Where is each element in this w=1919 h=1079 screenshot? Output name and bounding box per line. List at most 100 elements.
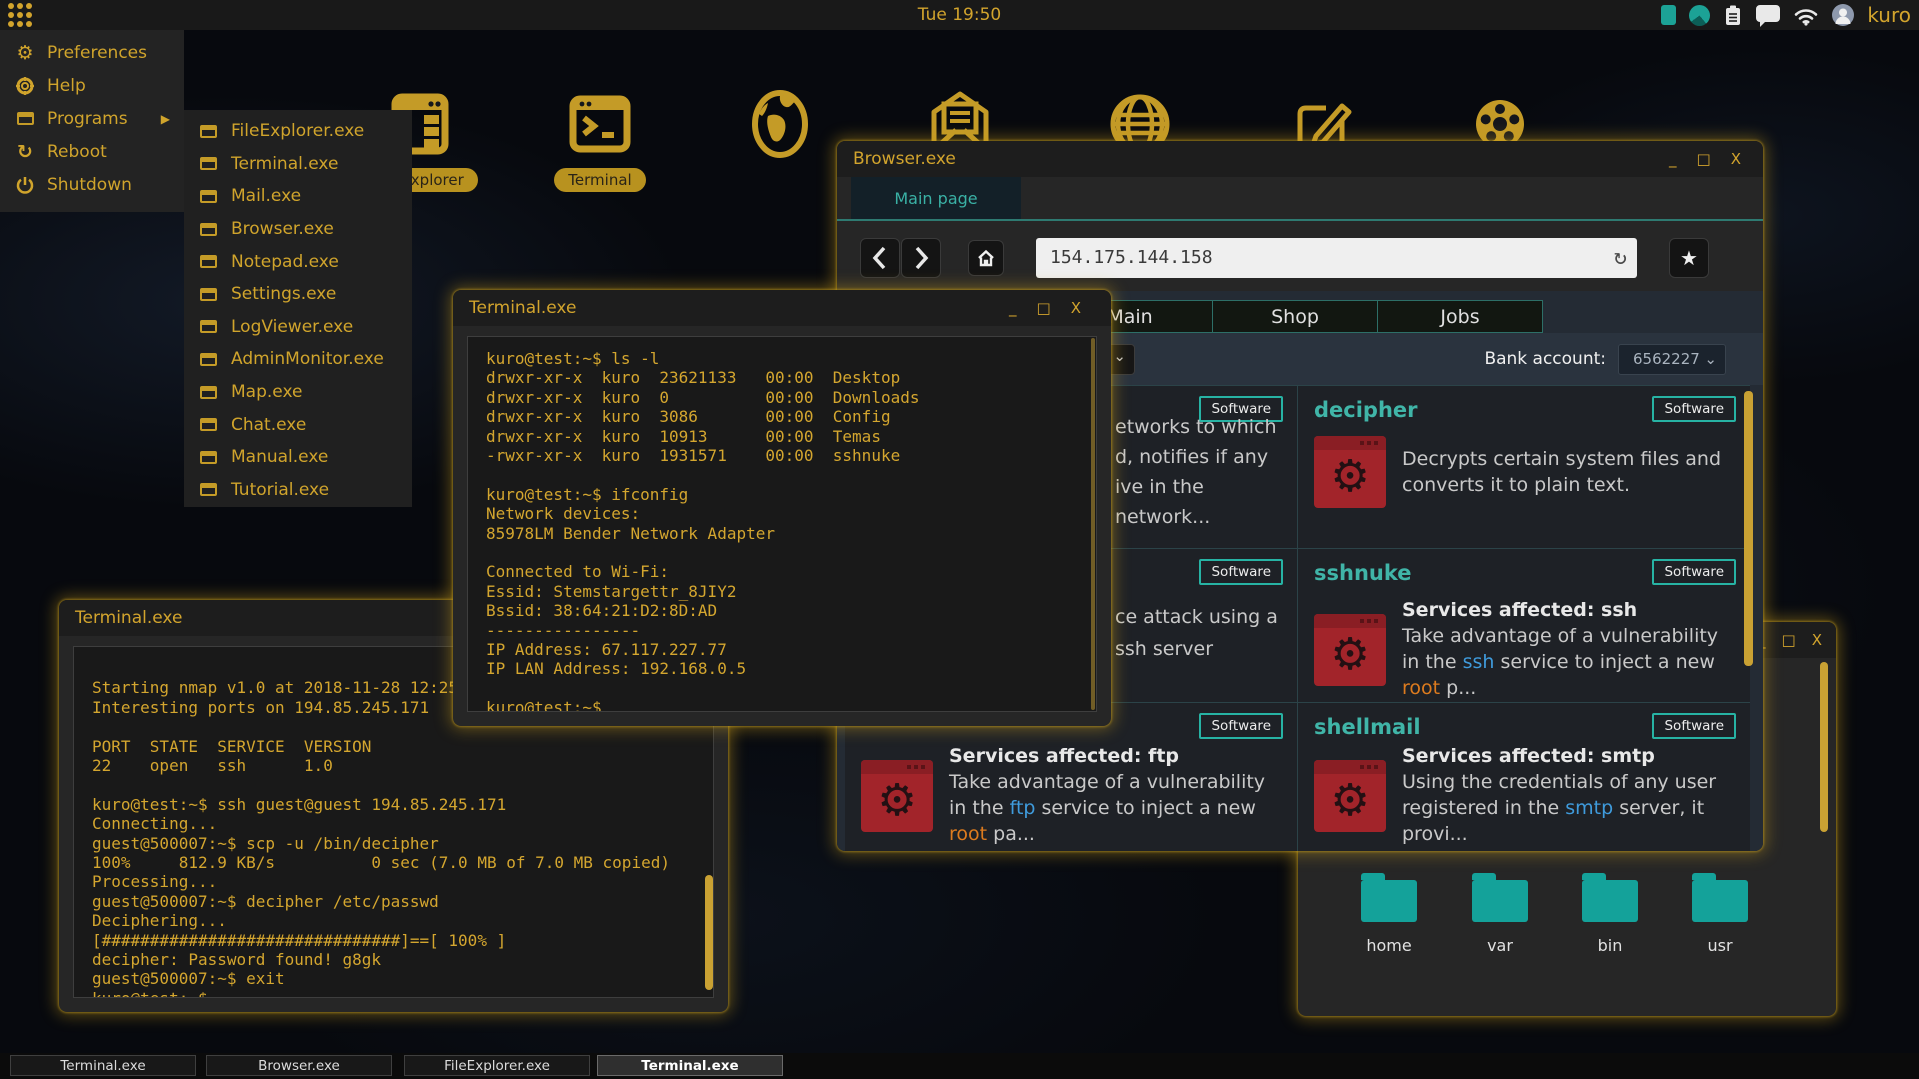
window-icon <box>14 108 36 130</box>
back-button[interactable] <box>860 238 900 278</box>
folder-home[interactable]: home <box>1334 872 1444 955</box>
folder-var[interactable]: var <box>1445 872 1555 955</box>
taskbar-item-browser[interactable]: Browser.exe <box>206 1055 392 1076</box>
card-description: Take advantage of a vulnerability in the… <box>1402 625 1719 699</box>
browser-scrollbar[interactable] <box>1744 391 1753 666</box>
window-icon <box>200 287 217 301</box>
software-badge: Software <box>1652 713 1736 739</box>
menu-item-shutdown[interactable]: Shutdown <box>0 168 184 201</box>
resource-pie-icon[interactable] <box>1689 4 1711 26</box>
forward-button[interactable] <box>901 238 941 278</box>
submenu-item-chat[interactable]: Chat.exe <box>184 408 412 441</box>
tab-jobs[interactable]: Jobs <box>1377 300 1543 333</box>
menu-item-programs[interactable]: Programs ▶ <box>0 102 184 135</box>
bookmark-button[interactable]: ★ <box>1669 238 1709 278</box>
bank-account-value: 6562227 <box>1633 349 1700 368</box>
reboot-icon: ↻ <box>17 140 33 163</box>
close-button[interactable]: X <box>1731 151 1741 167</box>
battery-icon[interactable] <box>1661 5 1677 25</box>
gear-icon: ⚙ <box>1330 775 1370 826</box>
bank-account-dropdown[interactable]: 6562227 ⌄ <box>1618 343 1726 375</box>
terminal-scrollbar[interactable] <box>705 875 713 990</box>
submenu-item-settings[interactable]: Settings.exe <box>184 278 412 311</box>
submenu-item-terminal[interactable]: Terminal.exe <box>184 148 412 181</box>
folder-icon <box>1692 873 1748 922</box>
menu-item-help[interactable]: Help <box>0 69 184 102</box>
maximize-button[interactable]: □ <box>1782 632 1796 648</box>
tab-shop[interactable]: Shop <box>1212 300 1378 333</box>
software-name[interactable]: shellmail <box>1314 715 1421 739</box>
gear-icon: ⚙ <box>1330 451 1370 502</box>
window-title: Terminal.exe <box>469 298 577 318</box>
software-card-sshnuke[interactable]: sshnuke Software ⚙ Services affected: ss… <box>1298 549 1750 702</box>
card-description: etworks to which d, notifies if any ive … <box>1115 416 1277 528</box>
gear-icon: ⚙ <box>1330 629 1370 680</box>
close-button[interactable]: X <box>1071 300 1081 316</box>
folder-icon <box>1582 873 1638 922</box>
tab-underline <box>837 219 1763 221</box>
menu-item-reboot[interactable]: ↻ Reboot <box>0 135 184 168</box>
menu-item-preferences[interactable]: ⚙ Preferences <box>0 36 184 69</box>
window-icon <box>200 320 217 334</box>
folder-label: home <box>1366 936 1412 955</box>
minimize-button[interactable]: _ <box>1669 151 1677 167</box>
browser-titlebar[interactable]: Browser.exe _ □ X <box>837 141 1763 177</box>
taskbar-item-fileexplorer[interactable]: FileExplorer.exe <box>404 1055 590 1076</box>
submenu-item-mail[interactable]: Mail.exe <box>184 180 412 213</box>
wifi-icon[interactable] <box>1793 5 1819 26</box>
taskbar: Terminal.exe Browser.exe FileExplorer.ex… <box>0 1053 1919 1079</box>
taskbar-item-terminal-1[interactable]: Terminal.exe <box>10 1055 196 1076</box>
card-description: Take advantage of a vulnerability in the… <box>949 771 1266 845</box>
url-input[interactable]: 154.175.144.158 ↻ <box>1036 238 1637 278</box>
desktop-icon-map[interactable] <box>740 84 820 192</box>
submenu-item-manual[interactable]: Manual.exe <box>184 441 412 474</box>
window-title: Browser.exe <box>853 149 956 169</box>
terminal-scrollbar[interactable] <box>1091 338 1095 710</box>
top-menu-bar: Tue 19:50 kuro <box>0 0 1919 30</box>
software-badge: Software <box>1652 559 1736 585</box>
submenu-item-adminmonitor[interactable]: AdminMonitor.exe <box>184 343 412 376</box>
submenu-item-tutorial[interactable]: Tutorial.exe <box>184 474 412 507</box>
software-name[interactable]: sshnuke <box>1314 561 1412 585</box>
folder-icon <box>1472 873 1528 922</box>
submenu-arrow-icon: ▶ <box>160 111 170 126</box>
url-text: 154.175.144.158 <box>1050 247 1213 268</box>
software-name[interactable]: decipher <box>1314 398 1418 422</box>
maximize-button[interactable]: □ <box>1697 151 1711 167</box>
home-button[interactable] <box>968 240 1004 276</box>
start-menu: ⚙ Preferences Help Programs ▶ ↻ Reboot S… <box>0 30 184 212</box>
submenu-item-notepad[interactable]: Notepad.exe <box>184 245 412 278</box>
status-tray: kuro <box>1661 0 1911 30</box>
card-subtitle: Services affected: smtp <box>1402 745 1655 767</box>
bank-account-label: Bank account: <box>1484 349 1606 369</box>
taskbar-item-terminal-2[interactable]: Terminal.exe <box>597 1055 783 1076</box>
chat-icon[interactable] <box>1756 4 1781 27</box>
submenu-item-map[interactable]: Map.exe <box>184 376 412 409</box>
power-icon <box>14 174 36 196</box>
reload-icon[interactable]: ↻ <box>1614 238 1627 278</box>
desktop-icon-terminal[interactable]: Terminal <box>554 84 646 192</box>
user-avatar[interactable] <box>1832 4 1855 26</box>
submenu-item-fileexplorer[interactable]: FileExplorer.exe <box>184 115 412 148</box>
icon-label: Terminal <box>554 168 646 192</box>
map-globe-icon <box>752 90 808 158</box>
submenu-item-logviewer[interactable]: LogViewer.exe <box>184 311 412 344</box>
folder-bin[interactable]: bin <box>1555 872 1665 955</box>
close-button[interactable]: X <box>1812 632 1822 648</box>
window-icon <box>200 157 217 171</box>
maximize-button[interactable]: □ <box>1037 300 1051 316</box>
gear-icon: ⚙ <box>877 775 917 826</box>
card-description: Using the credentials of any user regist… <box>1402 771 1717 845</box>
browser-page-tab[interactable]: Main page <box>851 177 1021 219</box>
terminal-titlebar[interactable]: Terminal.exe _ □ X <box>453 290 1111 326</box>
folder-usr[interactable]: usr <box>1665 872 1775 955</box>
terminal-output[interactable]: kuro@test:~$ ls -l drwxr-xr-x kuro 23621… <box>467 336 1097 712</box>
software-card-shellmail[interactable]: shellmail Software ⚙ Services affected: … <box>1298 703 1750 851</box>
clipboard-icon[interactable] <box>1723 4 1743 27</box>
minimize-button[interactable]: _ <box>1009 300 1017 316</box>
window-icon <box>200 483 217 497</box>
card-subtitle: Services affected: ssh <box>1402 599 1638 621</box>
software-card-decipher[interactable]: decipher Software ⚙ Decrypts certain sys… <box>1298 386 1750 548</box>
submenu-item-browser[interactable]: Browser.exe <box>184 213 412 246</box>
fileexplorer-scrollbar[interactable] <box>1820 662 1828 832</box>
